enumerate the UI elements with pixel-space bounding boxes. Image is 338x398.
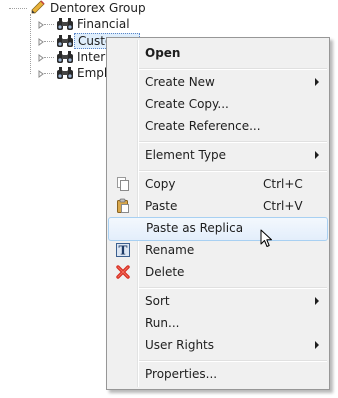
submenu-arrow-icon	[315, 297, 319, 305]
menu-item-label: Create Reference...	[145, 119, 261, 133]
menu-item-create-new[interactable]: Create New	[109, 71, 327, 93]
menu-item-label: Sort	[145, 294, 170, 308]
menu-item-properties[interactable]: Properties...	[109, 363, 327, 385]
binoculars-icon	[56, 50, 74, 64]
delete-icon	[115, 264, 131, 280]
tree-connector	[44, 24, 54, 26]
binoculars-icon	[56, 34, 74, 48]
menu-item-rename[interactable]: T Rename	[109, 239, 327, 261]
menu-separator	[139, 360, 327, 362]
context-menu: Open Create New Create Copy... Create Re…	[106, 37, 330, 390]
menu-item-label: Copy	[145, 177, 176, 191]
menu-item-label: Delete	[145, 265, 185, 279]
menu-item-label: Paste as Replica	[146, 221, 244, 235]
binoculars-icon	[56, 17, 74, 31]
pencil-ruler-icon	[31, 0, 45, 14]
menu-item-label: Run...	[145, 316, 180, 330]
menu-item-create-reference[interactable]: Create Reference...	[109, 115, 327, 137]
menu-item-paste-as-replica[interactable]: Paste as Replica	[108, 217, 328, 241]
tree-connector	[44, 41, 54, 43]
tree-node-financial[interactable]: Financial	[0, 16, 140, 32]
menu-item-label: Properties...	[145, 367, 218, 381]
menu-item-element-type[interactable]: Element Type	[109, 144, 327, 166]
tree-connector	[44, 73, 54, 75]
menu-item-label: Create Copy...	[145, 97, 229, 111]
menu-item-copy[interactable]: Copy Ctrl+C	[109, 173, 327, 195]
menu-separator	[139, 68, 327, 70]
menu-separator	[139, 170, 327, 172]
menu-separator	[139, 141, 327, 143]
menu-separator	[139, 287, 327, 289]
tree-connector	[9, 8, 27, 10]
svg-text:T: T	[119, 244, 128, 258]
rename-icon: T	[115, 242, 131, 258]
shortcut-label: Ctrl+C	[263, 177, 303, 191]
tree-node-label: Financial	[77, 17, 130, 31]
menu-item-create-copy[interactable]: Create Copy...	[109, 93, 327, 115]
binoculars-icon	[56, 66, 74, 80]
copy-icon	[115, 176, 131, 192]
menu-item-user-rights[interactable]: User Rights	[109, 334, 327, 356]
mouse-cursor-icon	[260, 229, 274, 249]
submenu-arrow-icon	[315, 78, 319, 86]
menu-item-open[interactable]: Open	[109, 42, 327, 64]
menu-item-label: Element Type	[145, 148, 227, 162]
menu-item-label: User Rights	[145, 338, 215, 352]
menu-item-label: Rename	[145, 243, 195, 257]
menu-item-label: Open	[145, 46, 181, 60]
submenu-arrow-icon	[315, 341, 319, 349]
menu-item-label: Create New	[145, 75, 215, 89]
shortcut-label: Ctrl+V	[263, 199, 303, 213]
menu-item-paste[interactable]: Paste Ctrl+V	[109, 195, 327, 217]
menu-item-run[interactable]: Run...	[109, 312, 327, 334]
paste-icon	[115, 198, 131, 214]
menu-item-label: Paste	[145, 199, 178, 213]
menu-item-delete[interactable]: Delete	[109, 261, 327, 283]
tree-connector	[44, 57, 54, 59]
menu-item-sort[interactable]: Sort	[109, 290, 327, 312]
tree-node-root[interactable]: Dentorex Group	[0, 0, 146, 16]
submenu-arrow-icon	[315, 151, 319, 159]
